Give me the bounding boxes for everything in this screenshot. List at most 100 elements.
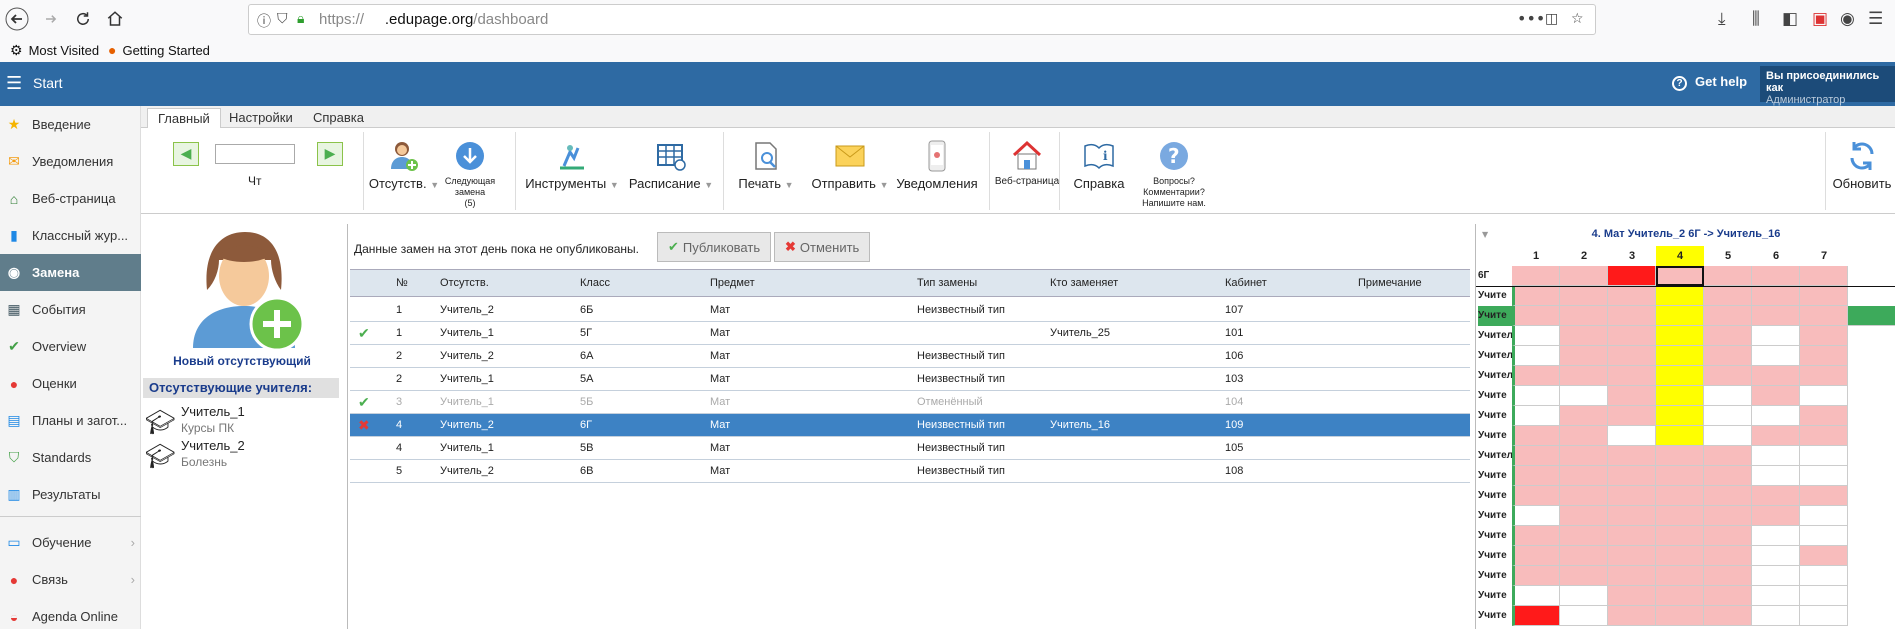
timetable-cell[interactable] [1704, 266, 1752, 286]
column-header[interactable]: Предмет [710, 277, 755, 289]
check-icon[interactable]: ✔ [358, 325, 370, 342]
table-row[interactable]: 2 Учитель_1 5А Мат Неизвестный тип 103 [350, 368, 1470, 391]
timetable-cell[interactable] [1512, 486, 1560, 506]
new-absent-link[interactable]: Новый отсутствующий [141, 354, 343, 368]
tools-button[interactable]: Инструменты ▼ [525, 128, 619, 214]
sidebar-item[interactable]: ✔ Overview [0, 328, 141, 365]
timetable-cell[interactable] [1656, 606, 1704, 626]
timetable-cell[interactable] [1752, 566, 1800, 586]
timetable-cell[interactable] [1800, 446, 1848, 466]
webpage-button[interactable]: Веб-страница [987, 128, 1067, 214]
timetable-row-label[interactable]: Учите [1478, 586, 1512, 606]
sidebar-item[interactable]: ▥ Результаты [0, 476, 141, 513]
column-header[interactable]: № [396, 277, 408, 289]
user-box[interactable]: Вы присоединились как Администратор [1760, 66, 1895, 106]
forward-button[interactable] [36, 4, 66, 34]
get-help-button[interactable]: ? Get help [1672, 74, 1747, 91]
timetable-cell[interactable] [1656, 546, 1704, 566]
timetable-cell[interactable] [1560, 286, 1608, 306]
sidebar-item[interactable]: ⛉ Standards [0, 439, 141, 476]
timetable-cell[interactable] [1608, 486, 1656, 506]
timetable-cell[interactable] [1752, 406, 1800, 426]
timetable-cell[interactable] [1656, 526, 1704, 546]
timetable-cell[interactable] [1656, 486, 1704, 506]
timetable-cell[interactable] [1656, 586, 1704, 606]
timetable-cell[interactable] [1800, 466, 1848, 486]
library-icon[interactable]: ⫼ [1752, 9, 1760, 29]
timetable-cell[interactable] [1560, 506, 1608, 526]
timetable-cell[interactable] [1608, 566, 1656, 586]
column-header[interactable]: Тип замены [917, 277, 977, 289]
menu-icon[interactable]: ☰ [1868, 9, 1883, 29]
timetable-cell[interactable] [1560, 266, 1608, 286]
timetable-cell[interactable] [1656, 426, 1704, 446]
timetable-cell[interactable] [1608, 326, 1656, 346]
timetable-row-label[interactable]: Учител [1478, 346, 1512, 366]
column-header[interactable]: Кто заменяет [1050, 277, 1118, 289]
timetable-cell[interactable] [1656, 326, 1704, 346]
tab-main[interactable]: Главный [147, 108, 221, 128]
timetable-cell[interactable] [1656, 566, 1704, 586]
timetable-cell[interactable] [1800, 426, 1848, 446]
timetable-cell[interactable] [1704, 546, 1752, 566]
sidebar-item[interactable]: ★ Введение [0, 106, 141, 143]
timetable-cell[interactable] [1656, 286, 1704, 306]
timetable-cell[interactable] [1656, 266, 1704, 286]
next-day-button[interactable]: ▶ [317, 142, 343, 166]
timetable-cell[interactable] [1752, 606, 1800, 626]
timetable-cell[interactable] [1704, 406, 1752, 426]
timetable-cell[interactable] [1512, 306, 1560, 326]
timetable-cell[interactable] [1560, 326, 1608, 346]
timetable-cell[interactable] [1704, 586, 1752, 606]
timetable-cell[interactable] [1512, 386, 1560, 406]
timetable-row-label[interactable]: Учител [1478, 366, 1512, 386]
timetable-cell[interactable] [1800, 586, 1848, 606]
cancel-button[interactable]: ✖ Отменить [774, 232, 871, 262]
sidebar-item[interactable]: ⌂ Веб-страница [0, 180, 141, 217]
timetable-cell[interactable] [1512, 546, 1560, 566]
timetable-cell[interactable] [1704, 306, 1752, 326]
home-button[interactable] [100, 4, 130, 34]
timetable-cell[interactable] [1608, 386, 1656, 406]
timetable-cell[interactable] [1800, 306, 1848, 326]
timetable-cell[interactable] [1752, 546, 1800, 566]
timetable-cell[interactable] [1704, 426, 1752, 446]
timetable-cell[interactable] [1608, 346, 1656, 366]
reload-button[interactable] [68, 4, 98, 34]
table-row[interactable]: 4 Учитель_1 5В Мат Неизвестный тип 105 [350, 437, 1470, 460]
timetable-cell[interactable] [1656, 446, 1704, 466]
timetable-cell[interactable] [1560, 346, 1608, 366]
timetable-cell[interactable] [1752, 346, 1800, 366]
timetable-cell[interactable] [1656, 406, 1704, 426]
timetable-cell[interactable] [1752, 426, 1800, 446]
bookmark-most-visited[interactable]: ⚙ Most Visited [10, 40, 99, 60]
timetable-cell[interactable] [1512, 346, 1560, 366]
timetable-cell[interactable] [1560, 546, 1608, 566]
info-icon[interactable]: ⓘ [257, 11, 271, 31]
timetable-row-label[interactable]: Учите [1478, 486, 1512, 506]
bookmark-getting-started[interactable]: ● Getting Started [108, 40, 210, 60]
timetable-cell[interactable] [1512, 606, 1560, 626]
timetable-row-label[interactable]: Учите [1478, 546, 1512, 566]
timetable-cell[interactable] [1752, 286, 1800, 306]
timetable-cell[interactable] [1800, 406, 1848, 426]
timetable-cell[interactable] [1560, 386, 1608, 406]
timetable-cell[interactable] [1560, 586, 1608, 606]
timetable-row-label[interactable]: Учите [1478, 506, 1512, 526]
timetable-cell[interactable] [1608, 446, 1656, 466]
absent-teacher-item[interactable]: 🎓︎ Учитель_1 Курсы ПК [145, 404, 335, 438]
timetable-cell[interactable] [1800, 386, 1848, 406]
timetable-row-label[interactable]: Учите [1478, 526, 1512, 546]
timetable-cell[interactable] [1704, 506, 1752, 526]
timetable-cell[interactable] [1608, 466, 1656, 486]
timetable-cell[interactable] [1560, 426, 1608, 446]
timetable-cell[interactable] [1608, 406, 1656, 426]
date-input[interactable] [215, 144, 295, 164]
timetable-cell[interactable] [1512, 286, 1560, 306]
timetable-cell[interactable] [1704, 346, 1752, 366]
send-button[interactable]: Отправить ▼ [805, 128, 895, 214]
timetable-cell[interactable] [1560, 306, 1608, 326]
timetable-cell[interactable] [1752, 466, 1800, 486]
timetable-cell[interactable] [1512, 446, 1560, 466]
timetable-cell[interactable] [1608, 586, 1656, 606]
